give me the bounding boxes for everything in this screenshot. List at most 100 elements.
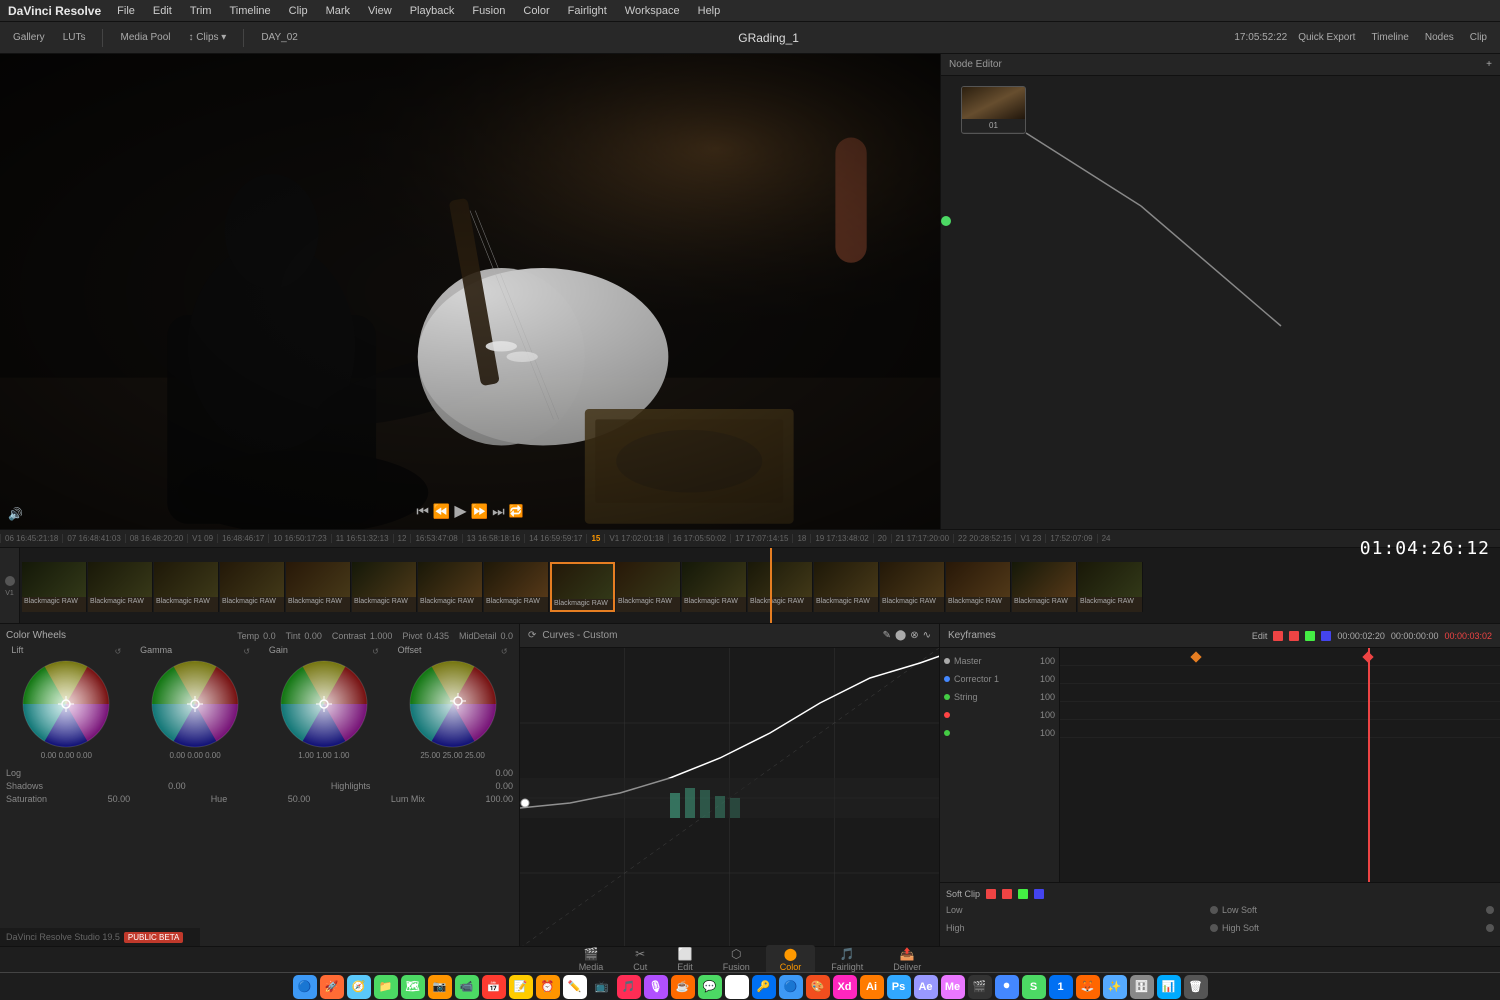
curves-pencil-btn[interactable]: ✎ (883, 630, 891, 641)
clip-item-6[interactable]: Blackmagic RAW (418, 562, 483, 612)
volume-icon[interactable]: 🔊 (8, 507, 23, 521)
files-icon[interactable]: 📁 (374, 975, 398, 999)
bin-name[interactable]: DAY_02 (256, 30, 303, 45)
gain-wheel[interactable] (279, 659, 369, 749)
clip-item-12[interactable]: Blackmagic RAW (814, 562, 879, 612)
calendar-icon[interactable]: 📅 (482, 975, 506, 999)
clip-item-11[interactable]: Blackmagic RAW (748, 562, 813, 612)
ai-icon[interactable]: Ai (860, 975, 884, 999)
tab-fairlight[interactable]: 🎵 Fairlight (817, 945, 877, 974)
sc-r2-btn[interactable] (1002, 889, 1012, 899)
1password-icon[interactable]: 1 (1049, 975, 1073, 999)
step-back-btn[interactable]: ⏪ (433, 503, 450, 520)
app-name[interactable]: DaVinci Resolve (8, 4, 101, 18)
clip-item-10[interactable]: Blackmagic RAW (682, 562, 747, 612)
go-start-btn[interactable]: ⏮ (416, 503, 429, 520)
menu-timeline[interactable]: Timeline (225, 5, 274, 17)
gallery-btn[interactable]: Gallery (8, 30, 50, 45)
xd-icon[interactable]: Xd (833, 975, 857, 999)
safari-icon[interactable]: 🧭 (347, 975, 371, 999)
loop-btn[interactable]: 🔁 (509, 504, 524, 518)
tab-color[interactable]: ⬤ Color (766, 945, 816, 974)
keyframes-timeline[interactable] (1060, 648, 1500, 882)
tab-deliver[interactable]: 📤 Deliver (879, 945, 935, 974)
curves-point-btn[interactable]: ⬤ (895, 630, 906, 641)
clip-item-5[interactable]: Blackmagic RAW (352, 562, 417, 612)
notion-icon[interactable]: N (725, 975, 749, 999)
maps-icon[interactable]: 🗺 (401, 975, 425, 999)
clip-item-1[interactable]: Blackmagic RAW (88, 562, 153, 612)
menu-help[interactable]: Help (694, 5, 725, 17)
podcasts-icon[interactable]: 🎙 (644, 975, 668, 999)
gain-reset-btn[interactable]: ↺ (372, 647, 379, 656)
finder2-icon[interactable]: 🔵 (779, 975, 803, 999)
archiver-icon[interactable]: 🗄 (1130, 975, 1154, 999)
setapp-icon[interactable]: S (1022, 975, 1046, 999)
figma-icon[interactable]: 🎨 (806, 975, 830, 999)
music-icon[interactable]: 🎵 (617, 975, 641, 999)
screenflow-icon[interactable]: ⏺ (995, 975, 1019, 999)
curves-reset-icon[interactable]: ⟳ (528, 630, 536, 641)
node-canvas[interactable]: 01 (941, 76, 1500, 529)
node-add-btn[interactable]: + (1486, 59, 1492, 70)
menu-fairlight[interactable]: Fairlight (564, 5, 611, 17)
clip-item-0[interactable]: Blackmagic RAW (22, 562, 87, 612)
menu-playback[interactable]: Playback (406, 5, 459, 17)
sc-g-btn[interactable] (1018, 889, 1028, 899)
clip-item-8[interactable]: Blackmagic RAW (550, 562, 615, 612)
go-end-btn[interactable]: ⏭ (492, 503, 505, 520)
menu-workspace[interactable]: Workspace (621, 5, 684, 17)
curves-canvas[interactable] (520, 648, 939, 948)
proxyman-icon[interactable]: 🦊 (1076, 975, 1100, 999)
launchpad-icon[interactable]: 🚀 (320, 975, 344, 999)
facetime-icon[interactable]: 📹 (455, 975, 479, 999)
menu-color[interactable]: Color (519, 5, 553, 17)
sc-b-btn[interactable] (1034, 889, 1044, 899)
step-fwd-btn[interactable]: ⏩ (471, 503, 488, 520)
menu-view[interactable]: View (364, 5, 396, 17)
nodes-btn[interactable]: Nodes (1420, 30, 1459, 45)
menu-trim[interactable]: Trim (186, 5, 216, 17)
messages-icon[interactable]: 💬 (698, 975, 722, 999)
clip-item-16[interactable]: Blackmagic RAW (1078, 562, 1143, 612)
dashlane-icon[interactable]: 🔑 (752, 975, 776, 999)
curves-delete-btn[interactable]: ⊗ (910, 630, 918, 641)
sc-r-btn[interactable] (986, 889, 996, 899)
trash-icon[interactable]: 🗑 (1184, 975, 1208, 999)
menu-fusion[interactable]: Fusion (468, 5, 509, 17)
lift-wheel[interactable] (21, 659, 111, 749)
clip-item-4[interactable]: Blackmagic RAW (286, 562, 351, 612)
offset-wheel[interactable] (408, 659, 498, 749)
sc-highsoft-dot[interactable] (1486, 924, 1494, 932)
menu-clip[interactable]: Clip (285, 5, 312, 17)
davinci-icon[interactable]: 🎬 (968, 975, 992, 999)
quick-export-btn[interactable]: Quick Export (1293, 30, 1360, 45)
menu-file[interactable]: File (113, 5, 139, 17)
clips-btn[interactable]: ↕ Clips ▾ (184, 30, 232, 45)
play-btn[interactable]: ▶ (454, 501, 466, 521)
sc-high-dot[interactable] (1210, 924, 1218, 932)
tab-edit[interactable]: ⬜ Edit (663, 945, 707, 974)
reminders-icon[interactable]: ⏰ (536, 975, 560, 999)
media-pool-btn[interactable]: Media Pool (115, 30, 175, 45)
clip-btn[interactable]: Clip (1465, 30, 1492, 45)
istatmenus-icon[interactable]: 📊 (1157, 975, 1181, 999)
sc-low-dot[interactable] (1210, 906, 1218, 914)
clip-item-2[interactable]: Blackmagic RAW (154, 562, 219, 612)
photos-icon[interactable]: 📷 (428, 975, 452, 999)
me-icon[interactable]: Me (941, 975, 965, 999)
amphetamine-icon[interactable]: ☕ (671, 975, 695, 999)
timeline-btn[interactable]: Timeline (1366, 30, 1413, 45)
clip-item-14[interactable]: Blackmagic RAW (946, 562, 1011, 612)
sc-lowsoft-dot[interactable] (1486, 906, 1494, 914)
lift-reset-btn[interactable]: ↺ (115, 647, 122, 656)
menu-edit[interactable]: Edit (149, 5, 176, 17)
offset-reset-btn[interactable]: ↺ (501, 647, 508, 656)
menu-mark[interactable]: Mark (322, 5, 354, 17)
luts-btn[interactable]: LUTs (58, 30, 91, 45)
clip-item-9[interactable]: Blackmagic RAW (616, 562, 681, 612)
clip-item-7[interactable]: Blackmagic RAW (484, 562, 549, 612)
tab-media[interactable]: 🎬 Media (565, 945, 618, 974)
cleanmymac-icon[interactable]: ✨ (1103, 975, 1127, 999)
ps-icon[interactable]: Ps (887, 975, 911, 999)
